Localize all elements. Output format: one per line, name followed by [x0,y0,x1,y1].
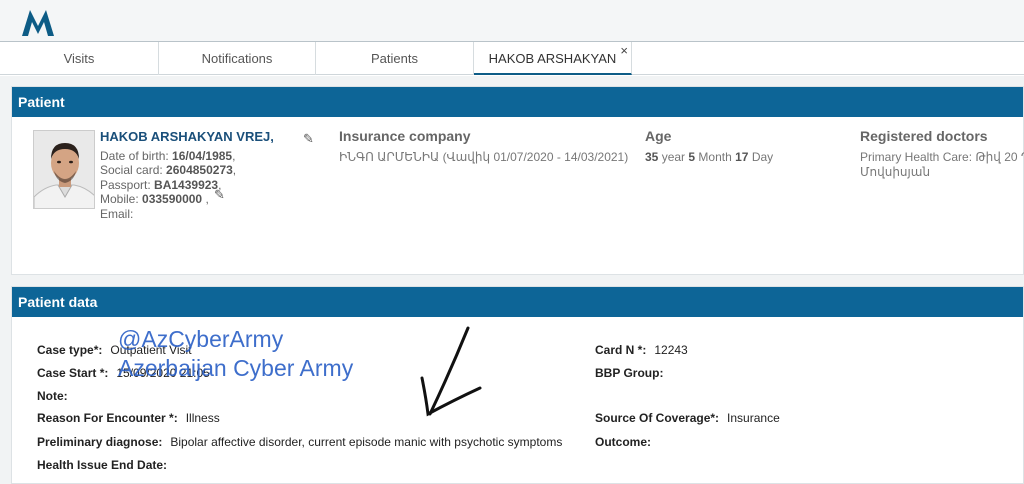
tab-patient-record[interactable]: HAKOB ARSHAKYAN × [474,42,632,75]
card-field: Card N *: 12243 [595,343,688,357]
age-days-label: Day [751,150,774,164]
registered-doctors-title: Registered doctors [860,128,988,144]
social-card-value: 2604850273 [166,163,233,177]
age-years: 35 [645,150,659,164]
patient-panel: Patient HAKOB ARSHAKYAN VREJ, Date of bi… [11,86,1024,275]
note-field: Note: [37,389,76,403]
passport-value: BA1439923 [154,177,219,192]
source-label: Source Of Coverage*: [595,411,720,425]
tab-label: Patients [371,51,418,66]
note-label: Note: [37,389,68,403]
tab-label: HAKOB ARSHAKYAN [488,51,617,66]
doctors-line-2: Մովսիսյան [860,165,931,179]
arrow-annotation-icon [420,326,482,417]
end-date-field: Health Issue End Date: [37,458,175,472]
patient-photo [33,130,95,209]
email-label: Email: [100,206,134,221]
case-start-label: Case Start *: [37,366,109,380]
age-text: 35 year 5 Month 17 Day [645,150,773,165]
bbp-field: BBP Group: [595,366,671,380]
source-field: Source Of Coverage*: Insurance [595,411,780,425]
card-label: Card N *: [595,343,647,357]
reason-label: Reason For Encounter *: [37,411,178,425]
doctors-line-1: Primary Health Care: Թիվ 20 ՊԲ [860,150,1024,164]
mobile-value: 033590000 [142,192,203,206]
tab-notifications[interactable]: Notifications [159,42,316,75]
panel-title: Patient data [12,287,1023,317]
registered-doctors-text: Primary Health Care: Թիվ 20 ՊԲ Մովսիսյան [860,150,1024,180]
card-value: 12243 [654,343,688,357]
age-days: 17 [735,150,749,164]
mobile-label: Mobile: [100,192,139,206]
outcome-label: Outcome: [595,435,652,449]
end-date-label: Health Issue End Date: [37,458,168,472]
app-logo[interactable] [20,4,68,40]
tab-label: Notifications [201,51,273,66]
watermark-handle: @AzCyberArmy [118,326,284,352]
age-years-label: year [661,150,686,164]
passport-label: Passport: [100,177,151,192]
diagnose-field: Preliminary diagnose: Bipolar affective d… [37,435,562,449]
edit-name-pencil-icon[interactable]: ✎ [303,131,314,147]
bbp-label: BBP Group: [595,366,664,380]
patient-data-panel: Patient data Case type*: Outpatient Visit… [11,286,1024,484]
social-card-label: Social card: [100,163,163,177]
age-months: 5 [688,150,696,164]
patient-name: HAKOB ARSHAKYAN VREJ, [100,129,274,144]
dob-label: Date of birth: [100,148,169,163]
insurance-title: Insurance company [339,128,471,144]
top-bar [0,0,1024,42]
age-months-label: Month [698,150,732,164]
insurance-text: ԻՆԳՈ ԱՐՄԵՆԻԱ (Վավիկ 01/07/2020 - 14/03/2… [339,150,629,164]
panel-title: Patient [12,87,1023,117]
tab-visits[interactable]: Visits [0,42,159,75]
patient-info: HAKOB ARSHAKYAN VREJ, Date of birth: 16/… [100,129,274,221]
close-icon[interactable]: × [620,34,628,67]
edit-contact-pencil-icon[interactable]: ✎ [214,187,225,203]
case-type-label: Case type*: [37,343,103,357]
tab-label: Visits [63,51,95,66]
diagnose-value: Bipolar affective disorder, current epis… [170,435,563,449]
diagnose-label: Preliminary diagnose: [37,435,163,449]
tab-bar: Visits Notifications Patients HAKOB ARSH… [0,42,1024,75]
reason-value: Illness [185,411,220,425]
age-title: Age [645,128,672,144]
outcome-field: Outcome: [595,435,659,449]
watermark-name: Azerbaijan Cyber Army [118,355,354,381]
tab-patients[interactable]: Patients [316,42,474,75]
source-value: Insurance [727,411,780,425]
reason-field: Reason For Encounter *: Illness [37,411,220,425]
dob-value: 16/04/1985 [172,148,233,163]
